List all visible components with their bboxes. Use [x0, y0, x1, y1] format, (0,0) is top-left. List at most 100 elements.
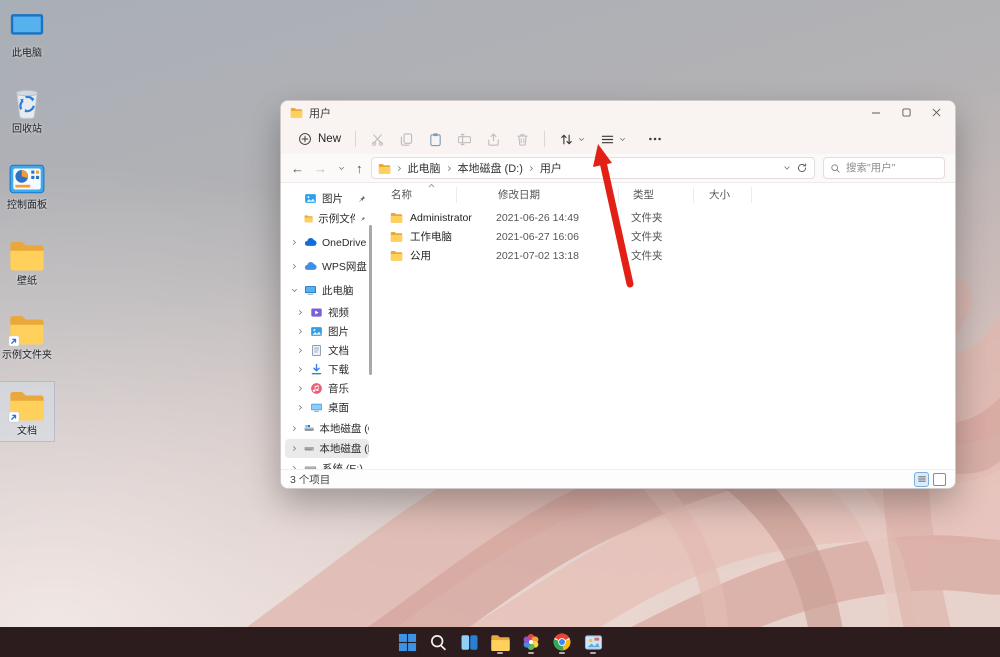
file-row[interactable]: 公用 2021-07-02 13:18 文件夹 [389, 246, 945, 265]
sidebar-item-sample-folder-pinned[interactable]: 示例文件夹 [285, 209, 369, 228]
sidebar-item-desktop[interactable]: 桌面 [291, 398, 369, 417]
rename-button[interactable] [452, 127, 477, 151]
file-type: 文件夹 [631, 248, 707, 263]
chevron-right-icon [290, 444, 299, 453]
icons-view-toggle[interactable] [933, 473, 946, 486]
column-separator[interactable] [693, 187, 694, 203]
file-row[interactable]: Administrator 2021-06-26 14:49 文件夹 [389, 208, 945, 227]
window-folder-icon [290, 106, 303, 119]
video-icon [310, 306, 323, 319]
content-area: 图片 示例文件夹 OneDrive WPS网盘 此电脑 视频 [281, 183, 955, 471]
column-separator[interactable] [456, 187, 457, 203]
share-icon [486, 132, 501, 147]
sidebar-item-downloads[interactable]: 下载 [291, 360, 369, 379]
breadcrumb-item-this-pc[interactable]: 此电脑 [408, 160, 441, 176]
toolbar-separator [355, 131, 356, 147]
breadcrumb-item-users[interactable]: 用户 [540, 160, 562, 176]
breadcrumb-chevron-icon [527, 164, 536, 173]
sidebar-item-this-pc[interactable]: 此电脑 [285, 281, 369, 300]
desktop-icon-label: 控制面板 [0, 200, 54, 212]
control-panel-icon [8, 160, 46, 198]
desktop-icon-folder-sample[interactable]: 示例文件夹 [0, 310, 54, 362]
search-icon [429, 633, 448, 652]
column-separator[interactable] [618, 187, 619, 203]
this-pc-icon [8, 8, 46, 46]
breadcrumb-item-drive-d[interactable]: 本地磁盘 (D:) [458, 160, 523, 176]
recent-locations-button[interactable] [337, 164, 346, 173]
more-options-button[interactable] [642, 127, 668, 151]
copy-button[interactable] [394, 127, 419, 151]
sidebar-item-drive-d[interactable]: 本地磁盘 (D:) [285, 439, 369, 458]
view-button[interactable] [595, 127, 632, 151]
minimize-button[interactable] [861, 101, 891, 124]
file-explorer-window: 用户 New [280, 100, 956, 489]
cloud-icon [304, 260, 317, 273]
picture-icon [310, 325, 323, 338]
share-button[interactable] [481, 127, 506, 151]
drive-icon [304, 442, 314, 455]
sort-button[interactable] [554, 127, 591, 151]
desktop-icon-recycle-bin[interactable]: 回收站 [0, 84, 54, 136]
maximize-button[interactable] [891, 101, 921, 124]
chevron-right-icon [290, 238, 299, 247]
recycle-bin-icon [8, 84, 46, 122]
file-date: 2021-07-02 13:18 [496, 250, 631, 262]
file-date: 2021-06-27 16:06 [496, 231, 631, 243]
column-header-name[interactable]: 名称 [391, 187, 412, 202]
search-box[interactable] [823, 157, 945, 179]
column-header-type[interactable]: 类型 [633, 187, 654, 202]
monitor-icon [304, 284, 317, 297]
sidebar-item-documents[interactable]: 文档 [291, 341, 369, 360]
gallery-app-button[interactable] [581, 629, 605, 655]
taskbar-search-button[interactable] [426, 629, 450, 655]
sidebar-item-wps-cloud[interactable]: WPS网盘 [285, 257, 369, 276]
pin-icon [358, 195, 366, 203]
delete-button[interactable] [510, 127, 535, 151]
refresh-button[interactable] [796, 162, 808, 174]
photos-button[interactable] [519, 629, 543, 655]
column-separator[interactable] [751, 187, 752, 203]
shortcut-arrow-icon [8, 335, 20, 347]
sidebar-item-drive-c[interactable]: 本地磁盘 (C:) [285, 419, 369, 438]
file-name: 公用 [410, 248, 496, 263]
desktop-icon-this-pc[interactable]: 此电脑 [0, 8, 54, 60]
search-input[interactable] [846, 162, 931, 174]
paste-button[interactable] [423, 127, 448, 151]
breadcrumb[interactable]: 此电脑 本地磁盘 (D:) 用户 [371, 157, 816, 179]
up-button[interactable]: ↑ [356, 162, 363, 175]
close-icon [932, 108, 941, 117]
file-type: 文件夹 [631, 210, 707, 225]
desktop-icon-control-panel[interactable]: 控制面板 [0, 160, 54, 212]
close-button[interactable] [921, 101, 951, 124]
sidebar-item-videos[interactable]: 视频 [291, 303, 369, 322]
column-header-size[interactable]: 大小 [709, 187, 730, 202]
folder-icon [304, 212, 313, 225]
details-view-toggle[interactable] [914, 472, 929, 487]
file-row[interactable]: 工作电脑 2021-06-27 16:06 文件夹 [389, 227, 945, 246]
column-header-date[interactable]: 修改日期 [498, 187, 540, 202]
folder-icon [8, 310, 46, 348]
start-button[interactable] [395, 629, 419, 655]
cut-button[interactable] [365, 127, 390, 151]
address-dropdown-button[interactable] [782, 163, 792, 173]
sidebar-item-pictures[interactable]: 图片 [291, 322, 369, 341]
sidebar-scrollbar[interactable] [369, 225, 372, 375]
forward-button[interactable]: → [314, 162, 327, 175]
document-icon [310, 344, 323, 357]
sidebar-item-music[interactable]: 音乐 [291, 379, 369, 398]
chevron-right-icon [290, 424, 299, 433]
back-button[interactable]: ← [291, 162, 304, 175]
sidebar-item-pictures-pinned[interactable]: 图片 [285, 189, 369, 208]
task-view-button[interactable] [457, 629, 481, 655]
chevron-down-icon [577, 135, 586, 144]
chevron-right-icon [296, 365, 305, 374]
sidebar-item-onedrive[interactable]: OneDrive [285, 233, 369, 252]
chrome-button[interactable] [550, 629, 574, 655]
new-button[interactable]: New [293, 127, 346, 151]
file-explorer-button[interactable] [488, 629, 512, 655]
breadcrumb-chevron-icon [395, 164, 404, 173]
desktop-icon-folder-wallpaper[interactable]: 壁纸 [0, 236, 54, 288]
desktop-icon-folder-docs[interactable]: 文档 [0, 382, 54, 441]
chevron-right-icon [296, 308, 305, 317]
view-icon [600, 132, 615, 147]
